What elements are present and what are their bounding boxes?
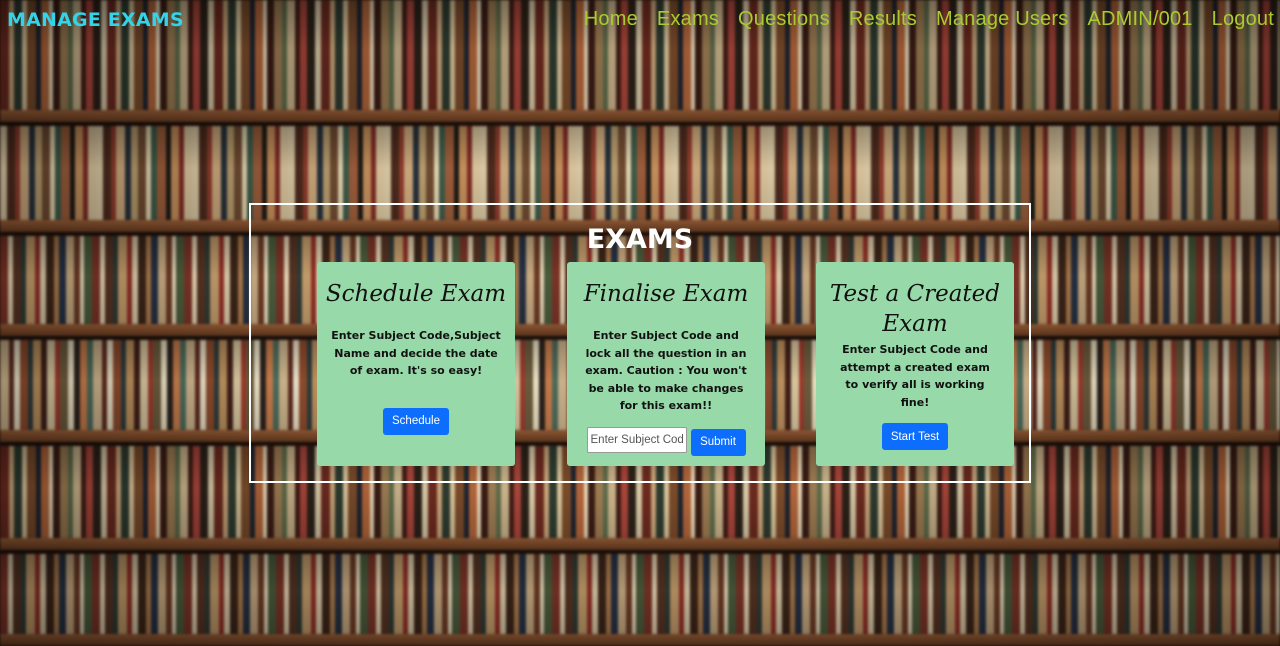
card-description: Enter Subject Code and attempt a created… [840, 343, 990, 409]
schedule-exam-card: Schedule Exam Enter Subject Code,Subject… [317, 262, 515, 466]
top-navbar: MANAGE EXAMS Home Exams Questions Result… [0, 0, 1280, 42]
shelf-row [0, 554, 1280, 646]
card-description: Enter Subject Code and lock all the ques… [585, 329, 747, 412]
nav-results-link[interactable]: Results [849, 8, 917, 31]
submit-button[interactable]: Submit [690, 428, 746, 456]
card-title: Schedule Exam [325, 281, 507, 307]
card-title: Finalise Exam [583, 281, 749, 307]
card-description: Enter Subject Code,Subject Name and deci… [331, 329, 501, 377]
page-title: EXAMS [586, 224, 694, 255]
subject-code-input[interactable] [586, 427, 687, 453]
start-test-button[interactable]: Start Test [882, 423, 948, 450]
nav-exams-link[interactable]: Exams [657, 8, 719, 31]
brand-link[interactable]: MANAGE EXAMS [7, 9, 184, 31]
nav-logout-link[interactable]: Logout [1212, 8, 1274, 31]
nav-manage-users-link[interactable]: Manage Users [936, 8, 1068, 31]
schedule-button[interactable]: Schedule [383, 407, 449, 435]
exams-panel: EXAMS Schedule Exam Enter Subject Code,S… [249, 203, 1031, 483]
nav-home-link[interactable]: Home [584, 8, 638, 31]
nav-user-id-link[interactable]: ADMIN/001 [1087, 8, 1192, 31]
finalise-exam-card: Finalise Exam Enter Subject Code and loc… [567, 262, 765, 466]
nav-questions-link[interactable]: Questions [738, 8, 830, 31]
test-exam-card: Test a Created Exam Enter Subject Code a… [816, 262, 1014, 466]
card-title: Test a Created Exam [829, 281, 1001, 337]
nav-links: Home Exams Questions Results Manage User… [565, 8, 1274, 31]
